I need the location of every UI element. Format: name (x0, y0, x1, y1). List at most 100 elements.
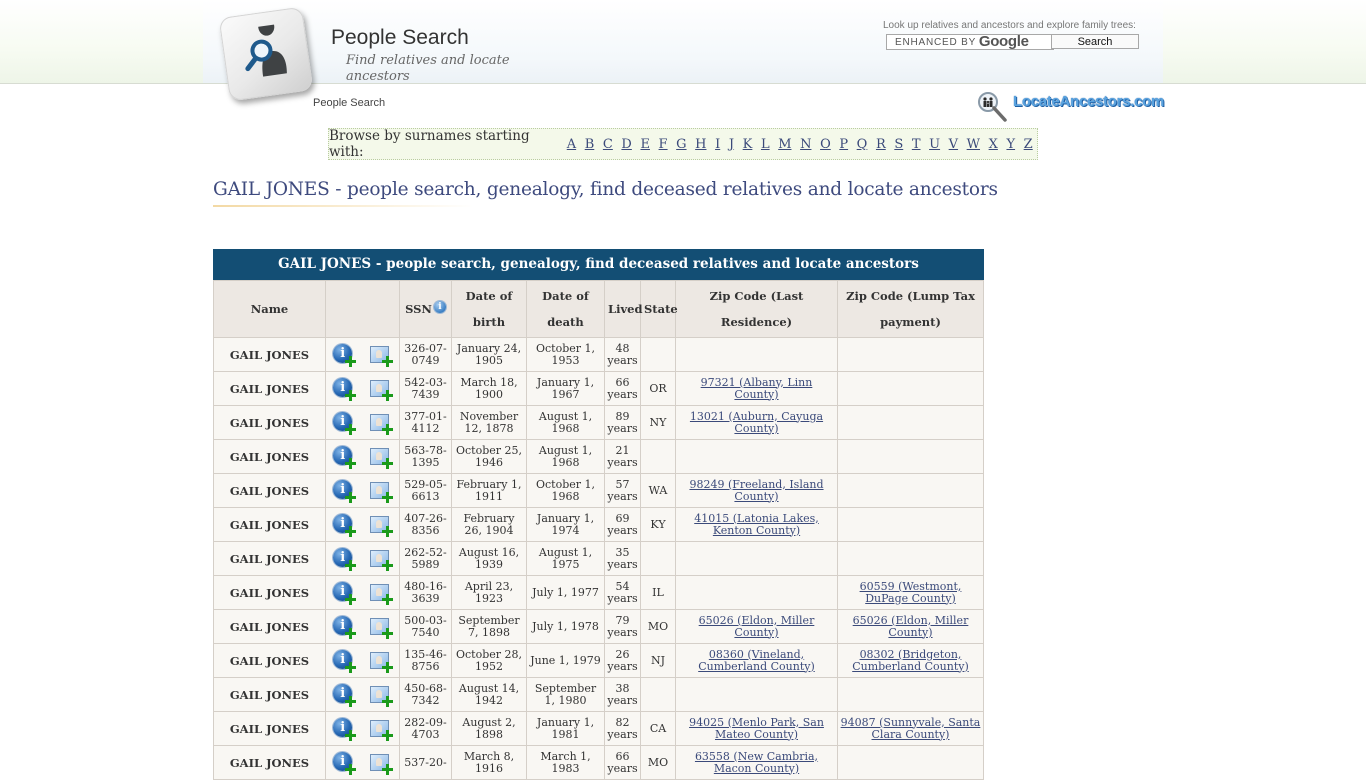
ssn: 326-07-0749 (399, 337, 452, 372)
surname-letter-l[interactable]: L (761, 137, 770, 152)
ssn: 282-09-4703 (399, 711, 452, 746)
person-name: GAIL JONES (213, 541, 326, 576)
info-add-icon[interactable]: i (332, 615, 357, 639)
photo-add-icon[interactable] (369, 751, 393, 775)
date-of-birth: October 28, 1952 (451, 643, 527, 678)
results-table: GAIL JONES - people search, genealogy, f… (213, 249, 984, 780)
info-add-icon[interactable]: i (332, 513, 357, 537)
photo-add-icon[interactable] (369, 445, 393, 469)
row-actions: i (325, 439, 400, 474)
brand-logo-link[interactable]: LocateAncestors.com (977, 91, 1164, 123)
surname-letter-n[interactable]: N (800, 137, 811, 152)
zip-last-residence-link[interactable]: 63558 (New Cambria, Macon County) (695, 750, 818, 775)
person-name: GAIL JONES (213, 609, 326, 644)
state: WA (640, 473, 676, 508)
zip-lump-tax-link[interactable]: 65026 (Eldon, Miller County) (853, 614, 969, 639)
surname-letter-d[interactable]: D (621, 137, 631, 152)
photo-add-icon[interactable] (369, 343, 393, 367)
zip-last-residence-cell: 94025 (Menlo Park, San Mateo County) (675, 711, 838, 746)
info-add-icon[interactable]: i (332, 683, 357, 707)
surname-letter-a[interactable]: A (567, 137, 576, 152)
photo-add-icon[interactable] (369, 479, 393, 503)
info-add-icon[interactable]: i (332, 581, 357, 605)
info-add-icon[interactable]: i (332, 649, 357, 673)
lived: 89 years (604, 405, 641, 440)
ssn: 407-26-8356 (399, 507, 452, 542)
zip-last-residence-cell: 97321 (Albany, Linn County) (675, 371, 838, 406)
table-row: GAIL JONES i 480-16-3639 April 23, 1923 July… (213, 575, 984, 610)
zip-last-residence-link[interactable]: 97321 (Albany, Linn County) (701, 376, 813, 401)
photo-add-icon[interactable] (369, 411, 393, 435)
table-row: GAIL JONES i 563-78-1395 October 25, 1946 Au… (213, 439, 984, 474)
zip-last-residence-link[interactable]: 94025 (Menlo Park, San Mateo County) (689, 716, 824, 741)
info-add-icon[interactable]: i (332, 445, 357, 469)
surname-letter-k[interactable]: K (743, 137, 753, 152)
zip-last-residence-link[interactable]: 41015 (Latonia Lakes, Kenton County) (694, 512, 819, 537)
date-of-birth: October 25, 1946 (451, 439, 527, 474)
surname-letter-z[interactable]: Z (1024, 137, 1033, 152)
surname-letter-w[interactable]: W (967, 137, 980, 152)
surname-letter-p[interactable]: P (839, 137, 848, 152)
info-add-icon[interactable]: i (332, 751, 357, 775)
zip-last-residence-link[interactable]: 08360 (Vineland, Cumberland County) (698, 648, 815, 673)
state (640, 541, 676, 576)
photo-add-icon[interactable] (369, 649, 393, 673)
state (640, 439, 676, 474)
surname-letter-i[interactable]: I (715, 137, 720, 152)
zip-lump-tax-cell (837, 745, 984, 780)
surname-letter-s[interactable]: S (894, 137, 903, 152)
lived: 26 years (604, 643, 641, 678)
info-add-icon[interactable]: i (332, 547, 357, 571)
info-add-icon[interactable]: i (332, 377, 357, 401)
lived: 82 years (604, 711, 641, 746)
info-add-icon[interactable]: i (332, 411, 357, 435)
state: CA (640, 711, 676, 746)
surname-letter-f[interactable]: F (659, 137, 668, 152)
photo-add-icon[interactable] (369, 377, 393, 401)
col-header-lived: Lived (604, 280, 643, 338)
surname-letter-y[interactable]: Y (1006, 137, 1015, 152)
info-add-icon[interactable]: i (332, 343, 357, 367)
zip-last-residence-link[interactable]: 65026 (Eldon, Miller County) (699, 614, 815, 639)
surname-letter-u[interactable]: U (929, 137, 940, 152)
photo-add-icon[interactable] (369, 683, 393, 707)
surname-letter-q[interactable]: Q (857, 137, 868, 152)
surname-letter-t[interactable]: T (912, 137, 921, 152)
row-actions: i (325, 337, 400, 372)
surname-letter-h[interactable]: H (695, 137, 706, 152)
surname-letter-g[interactable]: G (676, 137, 686, 152)
date-of-death: August 1, 1975 (526, 541, 605, 576)
photo-add-icon[interactable] (369, 717, 393, 741)
ssn-info-icon[interactable]: i (433, 301, 446, 313)
date-of-birth: February 1, 1911 (451, 473, 527, 508)
photo-add-icon[interactable] (369, 547, 393, 571)
search-button[interactable]: Search (1051, 34, 1139, 49)
site-logo[interactable] (218, 6, 314, 102)
surname-letter-e[interactable]: E (640, 137, 650, 152)
zip-last-residence-link[interactable]: 13021 (Auburn, Cayuga County) (690, 410, 823, 435)
surname-letter-x[interactable]: X (989, 137, 998, 152)
search-input[interactable]: ENHANCED BY Google (886, 34, 1054, 50)
info-add-icon[interactable]: i (332, 479, 357, 503)
zip-last-residence-link[interactable]: 98249 (Freeland, Island County) (689, 478, 823, 503)
row-actions: i (325, 677, 400, 712)
zip-lump-tax-link[interactable]: 60559 (Westmont, DuPage County) (860, 580, 962, 605)
breadcrumb-people-search[interactable]: People Search (313, 97, 385, 109)
surname-letter-j[interactable]: J (729, 137, 734, 152)
info-add-icon[interactable]: i (332, 717, 357, 741)
surname-letter-o[interactable]: O (820, 137, 831, 152)
surname-letter-r[interactable]: R (876, 137, 886, 152)
surname-letter-c[interactable]: C (603, 137, 613, 152)
zip-last-residence-cell: 41015 (Latonia Lakes, Kenton County) (675, 507, 838, 542)
surname-letter-b[interactable]: B (585, 137, 595, 152)
surname-letter-m[interactable]: M (778, 137, 791, 152)
zip-lump-tax-link[interactable]: 94087 (Sunnyvale, Santa Clara County) (841, 716, 981, 741)
zip-lump-tax-link[interactable]: 08302 (Bridgeton, Cumberland County) (852, 648, 969, 673)
date-of-birth: August 16, 1939 (451, 541, 527, 576)
row-actions: i (325, 541, 400, 576)
photo-add-icon[interactable] (369, 615, 393, 639)
surname-letter-v[interactable]: V (949, 137, 958, 152)
photo-add-icon[interactable] (369, 513, 393, 537)
photo-add-icon[interactable] (369, 581, 393, 605)
zip-lump-tax-cell: 08302 (Bridgeton, Cumberland County) (837, 643, 984, 678)
